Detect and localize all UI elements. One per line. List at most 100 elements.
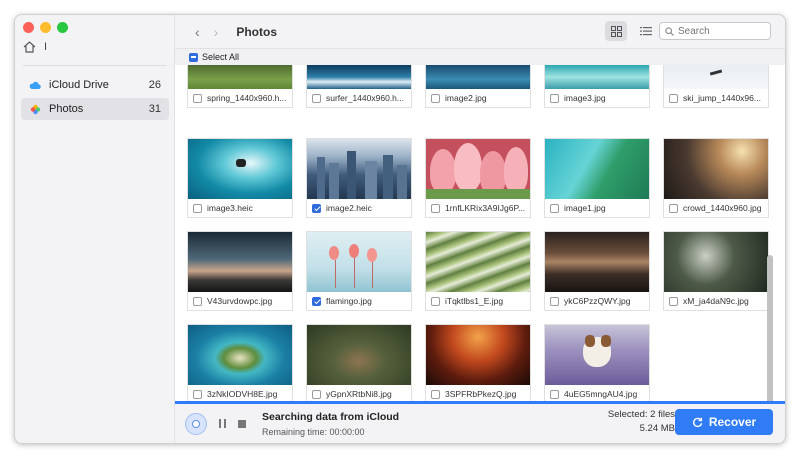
photo-checkbox[interactable] <box>312 296 321 306</box>
forward-arrow-icon[interactable]: › <box>214 24 219 40</box>
photo-card[interactable]: image3.heic <box>187 138 293 218</box>
photo-checkbox[interactable] <box>312 389 321 399</box>
pause-icon[interactable] <box>219 419 226 428</box>
photo-name: surfer_1440x960.h... <box>326 93 404 103</box>
photo-checkbox[interactable] <box>669 296 678 306</box>
photo-card[interactable]: ski_jump_1440x96... <box>663 65 769 108</box>
photo-name: image2.heic <box>326 203 372 213</box>
photo-card[interactable]: flamingo.jpg <box>306 231 412 311</box>
photo-card[interactable]: V43urvdowpc.jpg <box>187 231 293 311</box>
navigation: ‹ › <box>195 24 218 40</box>
photo-checkbox[interactable] <box>193 296 202 306</box>
photo-checkbox[interactable] <box>669 203 678 213</box>
close-window-button[interactable] <box>23 22 34 33</box>
sidebar-item-count: 26 <box>148 79 161 91</box>
grid-icon <box>610 25 622 37</box>
sidebar-divider <box>23 65 166 66</box>
photo-checkbox[interactable] <box>550 296 559 306</box>
photo-checkbox[interactable] <box>312 93 321 103</box>
photos-icon <box>29 103 41 115</box>
select-all-checkbox[interactable] <box>189 52 198 62</box>
photo-name: yGpnXRtbNi8.jpg <box>326 389 392 399</box>
sidebar-item-photos[interactable]: Photos 31 <box>21 98 169 120</box>
photo-card[interactable]: yGpnXRtbNi8.jpg <box>306 324 412 403</box>
photo-name: flamingo.jpg <box>326 296 372 306</box>
photo-card[interactable]: image2.heic <box>306 138 412 218</box>
scan-status: Searching data from iCloud Remaining tim… <box>262 411 399 437</box>
photo-card[interactable]: crowd_1440x960.jpg <box>663 138 769 218</box>
back-arrow-icon[interactable]: ‹ <box>195 24 200 40</box>
recover-label: Recover <box>708 415 757 429</box>
list-icon <box>640 27 652 36</box>
photo-card[interactable]: image2.jpg <box>425 65 531 108</box>
photo-card[interactable]: image3.jpg <box>544 65 650 108</box>
photo-name: image3.heic <box>207 203 253 213</box>
photo-thumbnail <box>188 65 292 89</box>
photo-thumbnail <box>188 232 292 292</box>
photo-thumbnail <box>426 232 530 292</box>
sidebar: I iCloud Drive 26 Photos 31 <box>15 15 175 443</box>
photo-checkbox[interactable] <box>431 203 440 213</box>
scan-disc-icon <box>185 412 207 435</box>
photo-checkbox[interactable] <box>193 203 202 213</box>
photo-checkbox[interactable] <box>431 296 440 306</box>
photo-card[interactable]: spring_1440x960.h... <box>187 65 293 108</box>
photo-card[interactable]: 4uEG5mngAU4.jpg <box>544 324 650 403</box>
photo-card[interactable]: surfer_1440x960.h... <box>306 65 412 108</box>
list-view-button[interactable] <box>635 21 657 41</box>
photo-card[interactable]: 3zNkIODVH8E.jpg <box>187 324 293 403</box>
photo-card[interactable]: ykC6PzzQWY.jpg <box>544 231 650 311</box>
photo-name: crowd_1440x960.jpg <box>683 203 762 213</box>
selected-size: 5.24 MB <box>639 423 675 434</box>
scrollbar-thumb[interactable] <box>767 255 773 403</box>
home-icon[interactable] <box>23 41 36 53</box>
photo-card[interactable]: iTqktlbs1_E.jpg <box>425 231 531 311</box>
recover-button[interactable]: Recover <box>675 409 773 435</box>
refresh-icon <box>692 417 703 427</box>
photo-checkbox[interactable] <box>431 389 440 399</box>
stop-icon[interactable] <box>238 419 246 428</box>
photo-name: image3.jpg <box>564 93 606 103</box>
photo-thumbnail <box>545 325 649 385</box>
photo-thumbnail <box>307 325 411 385</box>
photo-name: image2.jpg <box>445 93 487 103</box>
photo-thumbnail <box>307 65 411 89</box>
minimize-window-button[interactable] <box>40 22 51 33</box>
photo-name: 3SPFRbPkezQ.jpg <box>445 389 517 399</box>
photo-name: 4uEG5mngAU4.jpg <box>564 389 638 399</box>
photo-checkbox[interactable] <box>669 93 678 103</box>
selected-count: Selected: 2 files <box>607 409 675 420</box>
photo-thumbnail <box>664 65 768 89</box>
path-text: I <box>44 41 48 53</box>
search-box[interactable] <box>659 22 771 40</box>
photo-checkbox[interactable] <box>193 93 202 103</box>
grid-view-button[interactable] <box>605 21 627 41</box>
photo-checkbox[interactable] <box>550 203 559 213</box>
photo-card[interactable]: xM_ja4daN9c.jpg <box>663 231 769 311</box>
cloud-icon <box>29 79 41 91</box>
photo-thumbnail <box>307 139 411 199</box>
status-bar: Searching data from iCloud Remaining tim… <box>175 401 785 443</box>
photo-name: 1rnfLKRix3A9IJg6P... <box>445 203 526 213</box>
photo-card[interactable]: image1.jpg <box>544 138 650 218</box>
photo-name: image1.jpg <box>564 203 606 213</box>
photo-name: spring_1440x960.h... <box>207 93 287 103</box>
photo-thumbnail <box>545 139 649 199</box>
photo-thumbnail <box>545 65 649 89</box>
photo-checkbox[interactable] <box>550 93 559 103</box>
photo-checkbox[interactable] <box>431 93 440 103</box>
photo-thumbnail <box>188 139 292 199</box>
toolbar: ‹ › Photos <box>175 15 785 49</box>
zoom-window-button[interactable] <box>57 22 68 33</box>
select-all-label: Select All <box>202 52 240 62</box>
page-title: Photos <box>236 24 278 39</box>
search-input[interactable] <box>678 25 766 37</box>
sidebar-item-icloud-drive[interactable]: iCloud Drive 26 <box>21 74 169 96</box>
photo-card[interactable]: 1rnfLKRix3A9IJg6P... <box>425 138 531 218</box>
photo-name: V43urvdowpc.jpg <box>207 296 273 306</box>
photo-checkbox[interactable] <box>312 203 321 213</box>
photo-grid: spring_1440x960.h... surfer_1440x960.h..… <box>175 65 775 403</box>
photo-checkbox[interactable] <box>550 389 559 399</box>
photo-card[interactable]: 3SPFRbPkezQ.jpg <box>425 324 531 403</box>
photo-checkbox[interactable] <box>193 389 202 399</box>
